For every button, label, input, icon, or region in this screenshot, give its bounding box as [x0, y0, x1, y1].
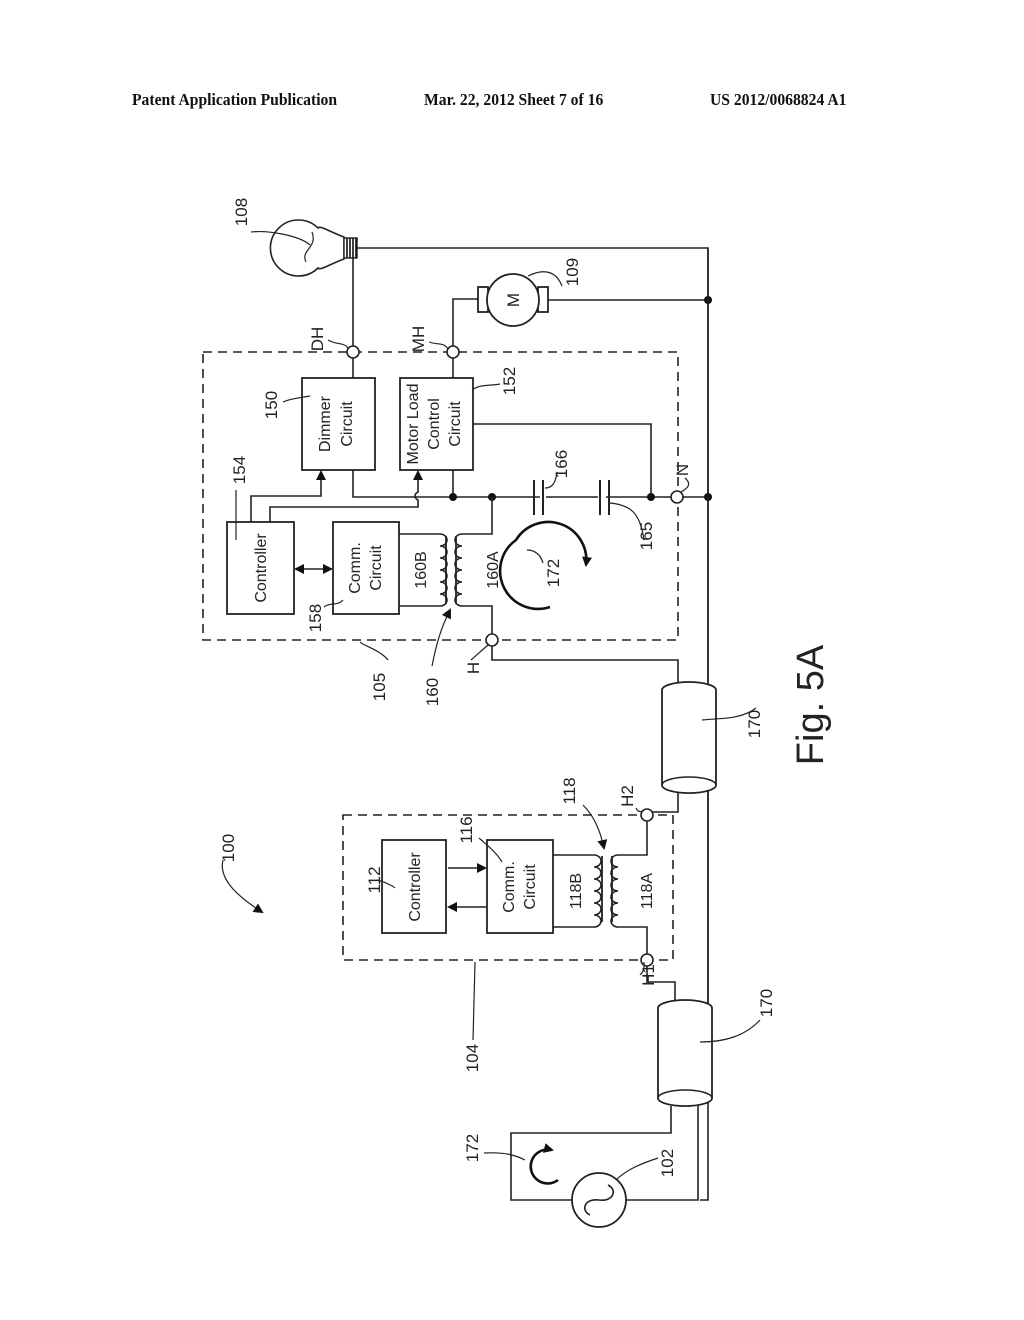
ref-170-lower: 170	[757, 989, 776, 1017]
winding-118a-label: 118A	[639, 873, 656, 910]
ref-112: 112	[365, 866, 384, 893]
ref-105: 105	[370, 673, 389, 701]
figure-caption: Fig. 5A	[790, 644, 832, 765]
ref-109: 109	[563, 258, 582, 286]
comm-158-label-1: Comm.	[347, 542, 364, 594]
label-h: H	[464, 662, 483, 674]
label-h1: H1	[639, 964, 658, 986]
ref-172-upper: 172	[544, 559, 563, 587]
ref-158: 158	[306, 604, 325, 632]
comm-circuit-116-box	[486, 839, 554, 934]
ref-108: 108	[232, 198, 251, 226]
terminal-h	[485, 633, 499, 647]
label-h2: H2	[618, 785, 637, 807]
winding-160b-label: 160B	[413, 551, 430, 588]
ref-172-lower: 172	[463, 1134, 482, 1162]
ref-166: 166	[552, 450, 571, 478]
comm-158-label-2: Circuit	[368, 545, 385, 591]
controller-112-label: Controller	[407, 852, 424, 922]
ref-118: 118	[560, 777, 579, 804]
ref-100: 100	[219, 834, 238, 862]
ref-154: 154	[230, 456, 249, 484]
winding-118b-label: 118B	[568, 873, 585, 909]
label-dh: DH	[308, 327, 327, 352]
terminal-mh	[446, 345, 460, 359]
cable-170-lower	[657, 999, 713, 1107]
source-loop-arrow-icon	[529, 1143, 559, 1185]
ref-116: 116	[457, 816, 476, 843]
motor-control-label-3: Circuit	[447, 401, 464, 447]
motor-control-label-2: Control	[426, 398, 443, 450]
label-mh: MH	[409, 326, 428, 352]
ref-160: 160	[423, 678, 442, 706]
ref-170-upper: 170	[745, 710, 764, 738]
ref-150: 150	[262, 391, 281, 419]
terminal-dh	[346, 345, 360, 359]
dimmer-label-2: Circuit	[339, 401, 356, 447]
ref-165: 165	[637, 522, 656, 550]
circuit-diagram: M Dimmer Circuit Motor Load Control Circ…	[202, 198, 832, 1228]
ref-102: 102	[658, 1149, 677, 1177]
label-n: N	[673, 464, 692, 476]
ref-104: 104	[463, 1044, 482, 1072]
dimmer-label-1: Dimmer	[317, 395, 334, 452]
motor-symbol: M	[504, 293, 523, 307]
cable-170-upper	[661, 681, 717, 794]
comm-116-label-2: Circuit	[522, 864, 539, 910]
ref-152: 152	[500, 367, 519, 395]
lamp-icon	[269, 219, 358, 277]
terminal-n	[670, 490, 684, 504]
controller-154-label: Controller	[253, 533, 270, 603]
comm-116-label-1: Comm.	[501, 861, 518, 913]
motor-control-label-1: Motor Load	[405, 384, 422, 465]
